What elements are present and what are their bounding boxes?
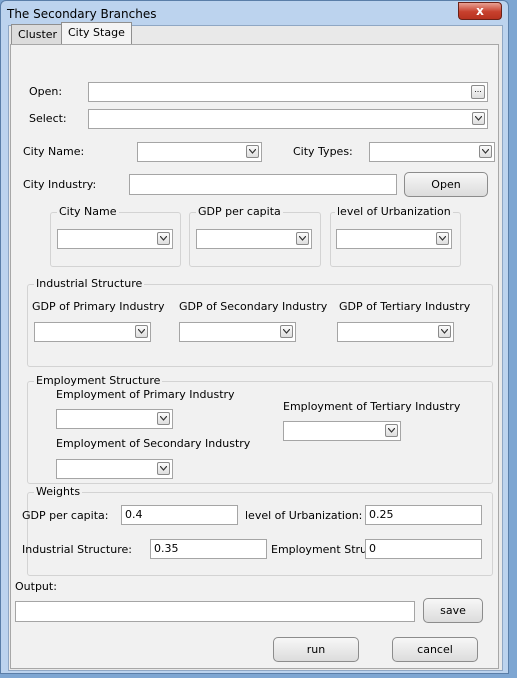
chevron-down-icon[interactable] — [438, 325, 451, 338]
gdp-per-capita-group-legend: GDP per capita — [196, 205, 283, 218]
chevron-down-icon[interactable] — [157, 462, 170, 475]
weight-gdp-label: GDP per capita: — [22, 509, 109, 522]
gdp-primary-label: GDP of Primary Industry — [32, 300, 165, 313]
employment-structure-legend: Employment Structure — [34, 374, 163, 387]
close-button[interactable]: x — [458, 2, 502, 20]
weight-gdp-input[interactable]: 0.4 — [121, 505, 238, 525]
city-name-group: City Name — [50, 205, 181, 267]
employment-secondary-label: Employment of Secondary Industry — [56, 437, 251, 450]
weights-group: Weights GDP per capita: 0.4 level of Urb… — [22, 485, 493, 576]
chevron-down-icon[interactable] — [479, 145, 492, 158]
gdp-secondary-dropdown[interactable] — [179, 322, 296, 342]
city-name-group-dropdown[interactable] — [57, 229, 173, 249]
employment-tertiary-label: Employment of Tertiary Industry — [283, 400, 461, 413]
employment-secondary-dropdown[interactable] — [56, 459, 173, 479]
open-label: Open: — [29, 85, 63, 98]
gdp-per-capita-group-dropdown[interactable] — [196, 229, 312, 249]
employment-primary-dropdown[interactable] — [56, 409, 173, 429]
run-button[interactable]: run — [273, 637, 359, 662]
weight-industrial-input[interactable]: 0.35 — [150, 539, 267, 559]
weight-industrial-label: Industrial Structure: — [22, 543, 132, 556]
weight-urbanization-label: level of Urbanization: — [245, 509, 363, 522]
city-stage-panel: Open: ... Select: City Name: City Types:… — [10, 44, 499, 669]
tab-city-stage[interactable]: City Stage — [61, 22, 132, 45]
city-types-label: City Types: — [293, 145, 353, 158]
chevron-down-icon[interactable] — [157, 412, 170, 425]
industrial-structure-legend: Industrial Structure — [34, 277, 145, 290]
employment-structure-group: Employment Structure Employment of Prima… — [27, 374, 493, 484]
city-types-dropdown[interactable] — [369, 142, 495, 162]
chevron-down-icon[interactable] — [280, 325, 293, 338]
chevron-down-icon[interactable] — [296, 232, 309, 245]
weight-employment-input[interactable]: 0 — [365, 539, 482, 559]
gdp-tertiary-label: GDP of Tertiary Industry — [339, 300, 471, 313]
city-industry-label: City Industry: — [23, 178, 97, 191]
gdp-secondary-label: GDP of Secondary Industry — [179, 300, 328, 313]
city-name-label: City Name: — [23, 145, 85, 158]
open-input[interactable]: ... — [88, 82, 488, 102]
weights-legend: Weights — [34, 485, 83, 498]
ellipsis-icon: ... — [474, 85, 482, 94]
open-button[interactable]: Open — [404, 172, 488, 197]
gdp-tertiary-dropdown[interactable] — [337, 322, 454, 342]
output-label: Output: — [15, 580, 57, 593]
chevron-down-icon[interactable] — [472, 112, 485, 125]
chevron-down-icon[interactable] — [385, 424, 398, 437]
output-input[interactable] — [15, 601, 415, 622]
cancel-button[interactable]: cancel — [392, 637, 478, 662]
window-title: The Secondary Branches — [7, 7, 157, 21]
browse-button[interactable]: ... — [471, 85, 485, 99]
employment-primary-label: Employment of Primary Industry — [56, 388, 235, 401]
close-icon: x — [476, 4, 484, 18]
select-dropdown[interactable] — [88, 109, 488, 129]
urbanization-group-legend: level of Urbanization — [335, 205, 453, 218]
urbanization-group: level of Urbanization — [330, 205, 461, 267]
tab-cluster[interactable]: Cluster — [11, 24, 65, 44]
save-button[interactable]: save — [423, 598, 483, 623]
weight-urbanization-input[interactable]: 0.25 — [365, 505, 482, 525]
city-name-dropdown[interactable] — [137, 142, 262, 162]
gdp-per-capita-group: GDP per capita — [189, 205, 321, 267]
industrial-structure-group: Industrial Structure GDP of Primary Indu… — [27, 277, 493, 367]
gdp-primary-dropdown[interactable] — [34, 322, 151, 342]
chevron-down-icon[interactable] — [135, 325, 148, 338]
urbanization-group-dropdown[interactable] — [336, 229, 452, 249]
city-industry-input[interactable] — [129, 174, 397, 195]
employment-tertiary-dropdown[interactable] — [283, 421, 401, 441]
select-label: Select: — [29, 112, 67, 125]
chevron-down-icon[interactable] — [246, 145, 259, 158]
city-name-group-legend: City Name — [57, 205, 119, 218]
chevron-down-icon[interactable] — [436, 232, 449, 245]
dialog-window: The Secondary Branches x Cluster City St… — [0, 0, 509, 674]
chevron-down-icon[interactable] — [157, 232, 170, 245]
